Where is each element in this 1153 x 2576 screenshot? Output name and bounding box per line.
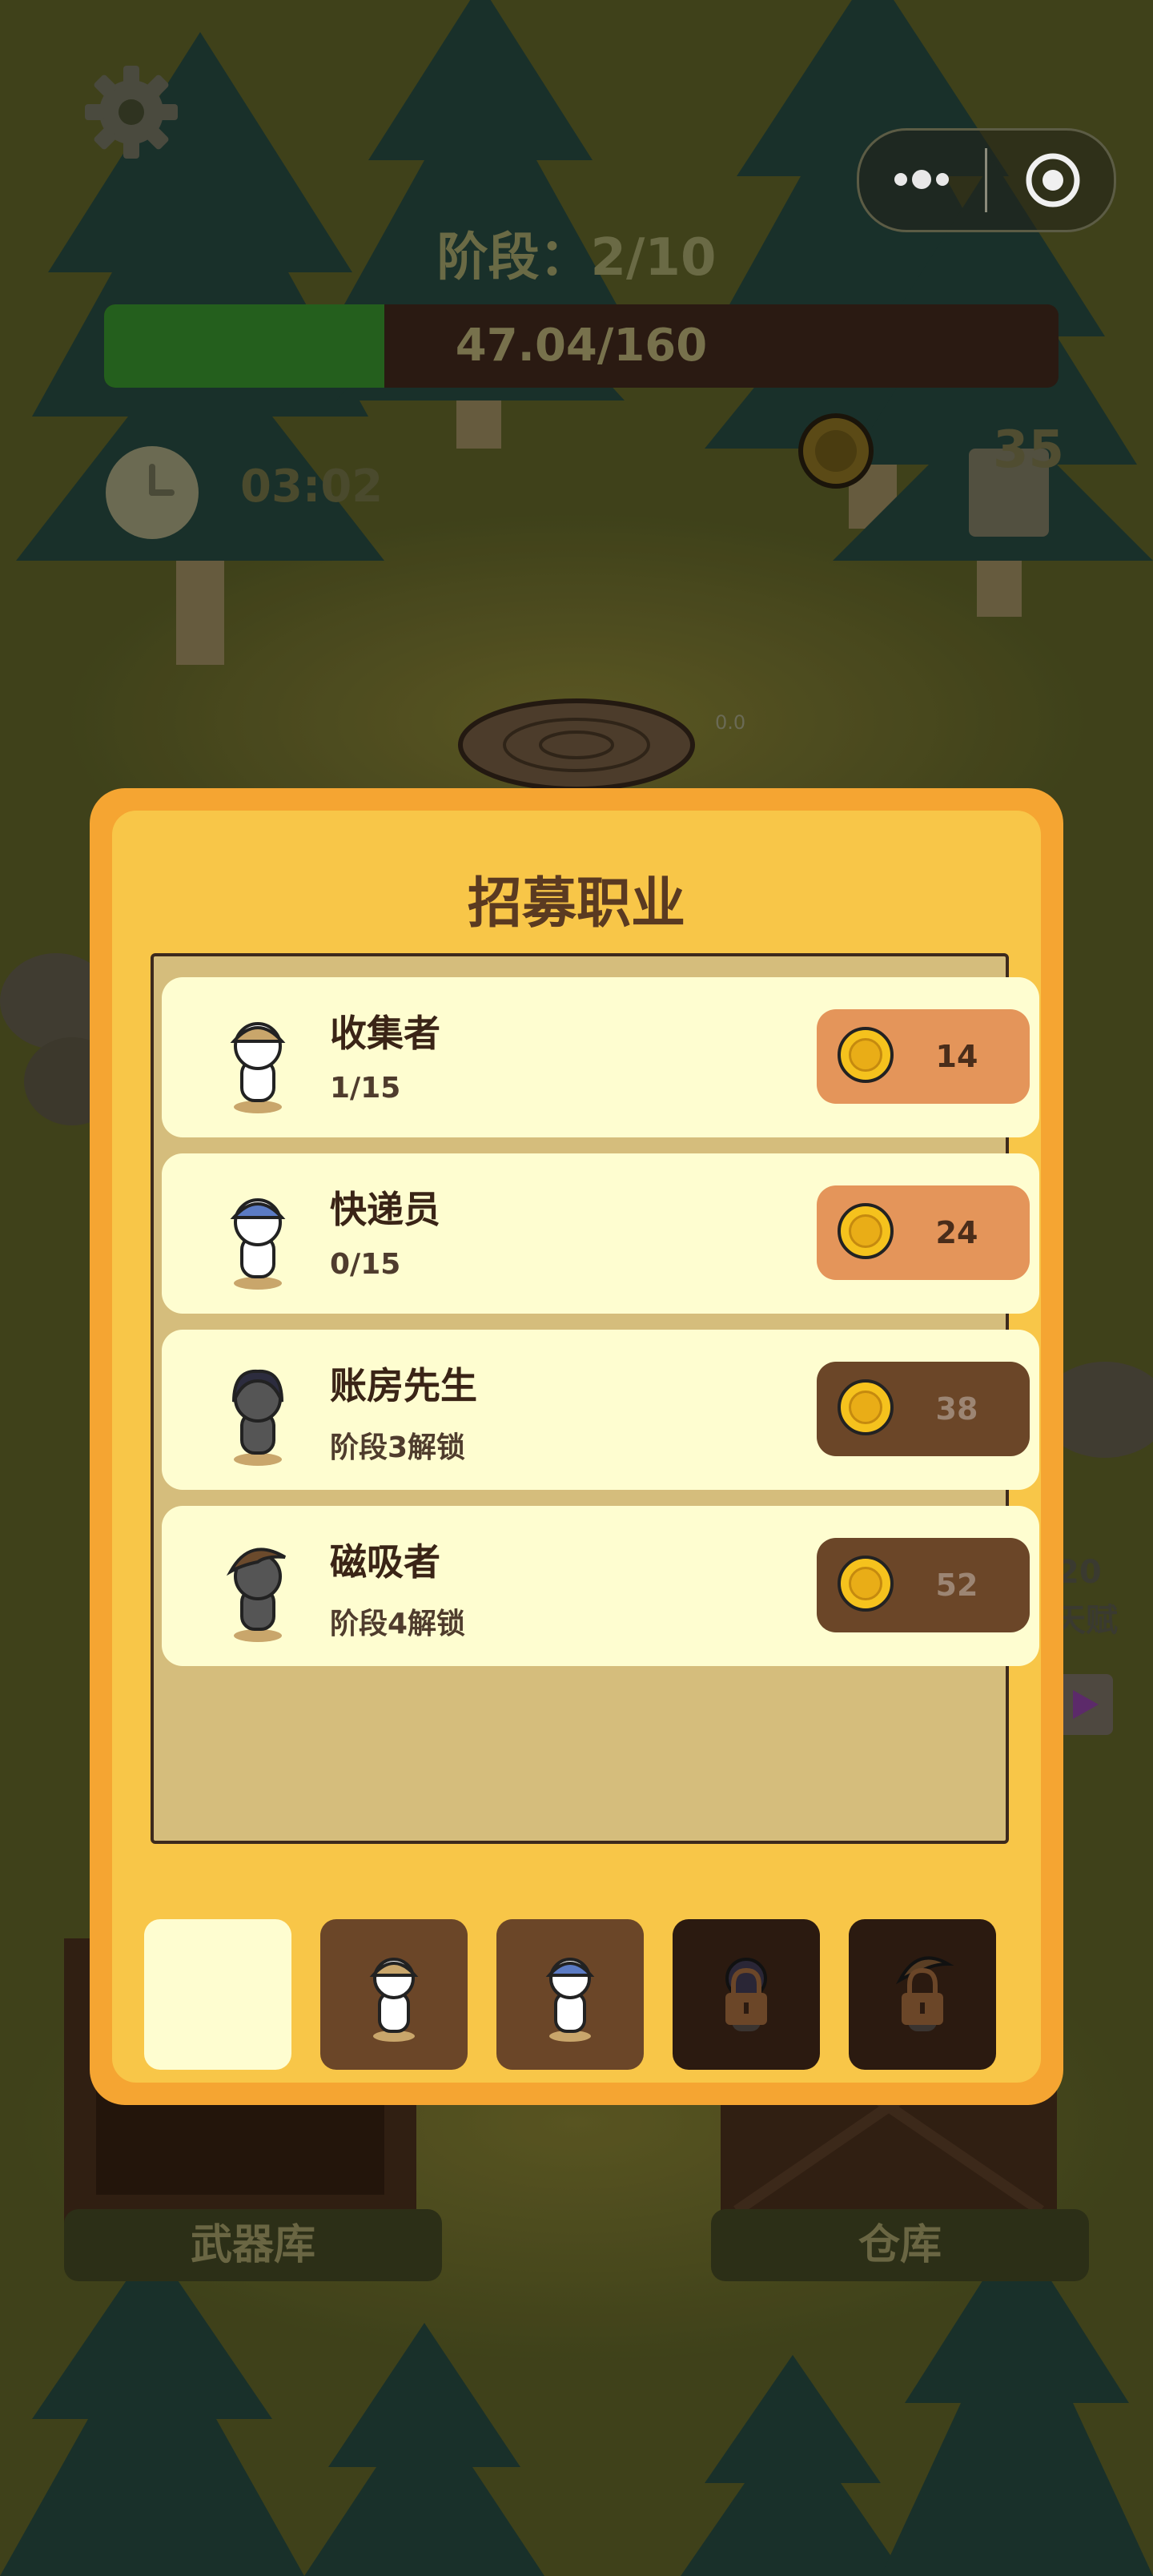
capsule-divider xyxy=(985,148,987,212)
job-status: 0/15 xyxy=(330,1248,401,1281)
job-name: 收集者 xyxy=(330,1012,440,1055)
stage-progress-bar: 47.04/160 xyxy=(104,304,1059,388)
job-name: 账房先生 xyxy=(330,1364,477,1407)
warehouse-label[interactable]: 仓库 xyxy=(711,2209,1089,2281)
price-value: 14 xyxy=(935,1039,978,1074)
job-card-collector[interactable]: 收集者 1/15 14 xyxy=(162,977,1039,1137)
timer-text: 03:02 xyxy=(240,461,384,513)
job-unlock-hint: 阶段4解锁 xyxy=(330,1608,466,1640)
talent-badge-number: 20 xyxy=(1057,1554,1102,1591)
lock-icon xyxy=(896,1956,954,2031)
courier-avatar-icon xyxy=(230,1198,286,1290)
collector-avatar-icon xyxy=(230,1022,286,1113)
mini-program-capsule xyxy=(857,128,1116,232)
job-list: 收集者 1/15 14 快递员 0/15 24 账房先生 阶段3解锁 38 磁吸… xyxy=(151,953,1039,1844)
coin-icon xyxy=(838,1379,894,1435)
collector-avatar-icon xyxy=(369,1958,419,2042)
stage-label: 阶段：2/10 xyxy=(436,228,717,288)
recruit-price-button-disabled[interactable]: 52 xyxy=(817,1538,1030,1632)
floating-value: 0.0 xyxy=(715,711,746,734)
clock-icon xyxy=(106,446,199,539)
coin-icon xyxy=(838,1556,894,1612)
coin-count: 35 xyxy=(993,421,1065,480)
recruit-price-button[interactable]: 14 xyxy=(817,1009,1030,1104)
job-card-accountant[interactable]: 账房先生 阶段3解锁 38 xyxy=(162,1330,1039,1490)
tab-magnet-locked[interactable] xyxy=(849,1919,996,2070)
price-value: 24 xyxy=(935,1215,978,1250)
price-value: 38 xyxy=(935,1391,978,1427)
job-card-magnet[interactable]: 磁吸者 阶段4解锁 52 xyxy=(162,1506,1039,1666)
accountant-avatar-icon xyxy=(232,1369,283,1466)
job-name: 磁吸者 xyxy=(330,1540,440,1584)
tab-collector[interactable] xyxy=(320,1919,468,2070)
progress-text: 47.04/160 xyxy=(455,320,708,372)
recruit-price-button-disabled[interactable]: 38 xyxy=(817,1362,1030,1456)
price-value: 52 xyxy=(935,1568,978,1603)
more-dots-icon[interactable] xyxy=(890,159,954,199)
coin-icon xyxy=(838,1027,894,1083)
tab-accountant-locked[interactable] xyxy=(673,1919,820,2070)
coin-icon xyxy=(798,413,874,489)
tab-courier[interactable] xyxy=(496,1919,644,2070)
modal-panel: 招募职业 收集者 1/15 14 快递员 0/15 24 账房先生 阶段3解锁 … xyxy=(112,811,1041,2083)
play-icon xyxy=(1057,1674,1113,1735)
talent-badge-label: 天赋 xyxy=(1054,1602,1118,1639)
job-unlock-hint: 阶段3解锁 xyxy=(330,1431,466,1464)
gear-icon[interactable] xyxy=(83,64,179,160)
coin-icon xyxy=(838,1203,894,1259)
magnet-avatar-icon xyxy=(226,1548,287,1642)
recruit-job-modal: 招募职业 收集者 1/15 14 快递员 0/15 24 账房先生 阶段3解锁 … xyxy=(90,788,1063,2105)
recruit-price-button[interactable]: 24 xyxy=(817,1185,1030,1280)
job-card-courier[interactable]: 快递员 0/15 24 xyxy=(162,1153,1039,1314)
modal-title: 招募职业 xyxy=(467,872,685,936)
job-status: 1/15 xyxy=(330,1072,401,1105)
tab-empty-selected[interactable] xyxy=(144,1919,291,2070)
lock-icon xyxy=(725,1958,767,2031)
courier-avatar-icon xyxy=(545,1958,595,2042)
job-name: 快递员 xyxy=(330,1188,440,1231)
record-icon[interactable] xyxy=(1024,151,1082,209)
weapon-armory-label[interactable]: 武器库 xyxy=(64,2209,442,2281)
